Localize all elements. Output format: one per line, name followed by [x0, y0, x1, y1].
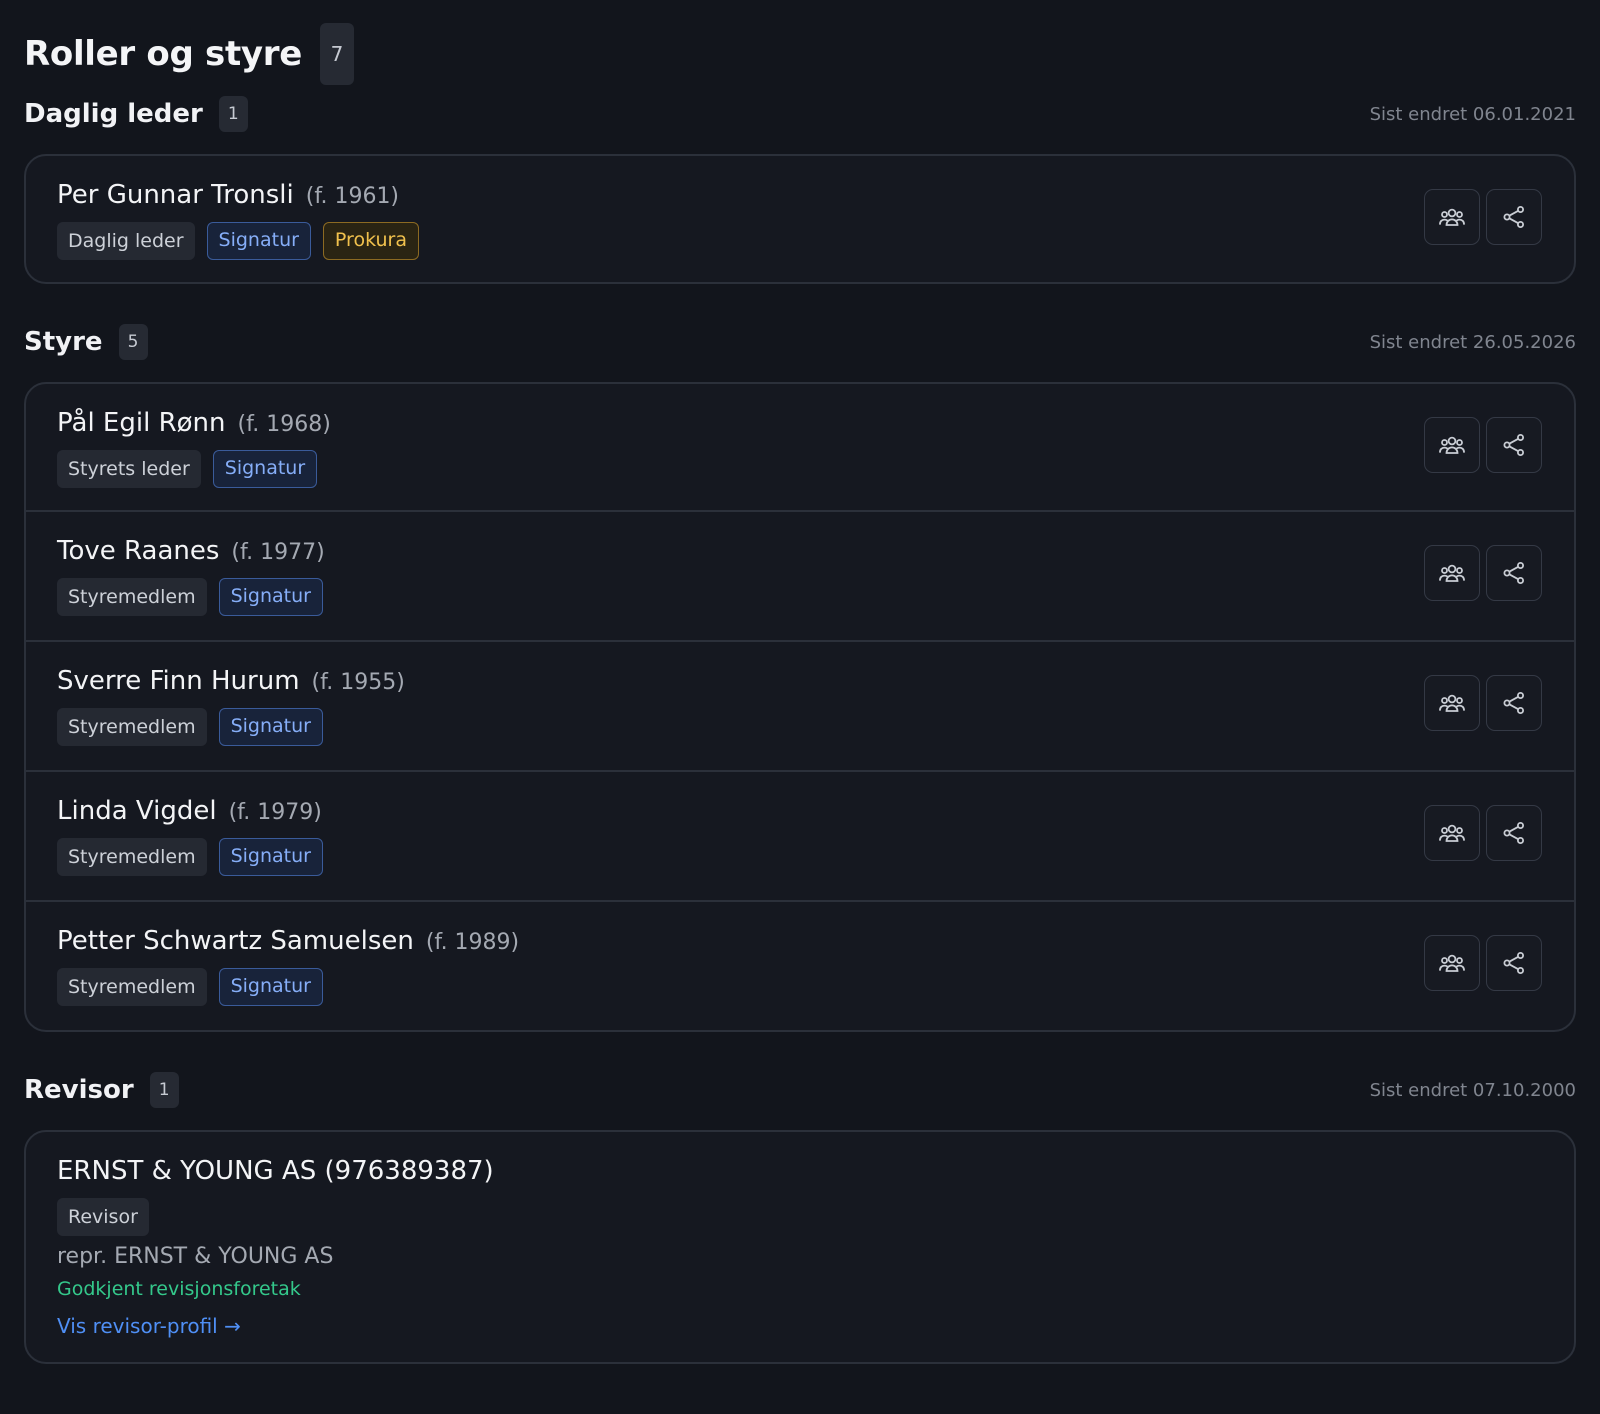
section-count-badge: 1 — [218, 96, 248, 132]
share-button[interactable] — [1486, 675, 1542, 731]
person-name[interactable]: Linda Vigdel — [57, 796, 217, 826]
role-badge: Styrets leder — [57, 450, 201, 488]
role-badge: Styremedlem — [57, 578, 207, 616]
approval-status: Godkjent revisjonsforetak — [57, 1278, 301, 1300]
person-row: Per Gunnar Tronsli (f. 1961) Daglig lede… — [26, 156, 1574, 282]
auditor-representative: repr. ERNST & YOUNG AS — [57, 1244, 334, 1269]
birth-year: (f. 1968) — [237, 412, 331, 437]
people-group-icon — [1439, 436, 1465, 454]
prokura-badge: Prokura — [322, 222, 419, 260]
share-button[interactable] — [1486, 935, 1542, 991]
birth-year: (f. 1979) — [228, 800, 322, 825]
auditor-row: ERNST & YOUNG AS (976389387) Revisor rep… — [26, 1132, 1574, 1362]
share-icon — [1503, 206, 1524, 228]
page-header: Roller og styre 7 — [24, 22, 1576, 86]
section-title: Styre — [24, 327, 103, 357]
person-row: Pål Egil Rønn (f. 1968) Styrets leder Si… — [26, 384, 1574, 510]
signatur-badge: Signatur — [206, 222, 311, 260]
signatur-badge: Signatur — [212, 450, 318, 488]
people-group-icon — [1439, 694, 1465, 712]
person-name[interactable]: Per Gunnar Tronsli — [57, 180, 294, 210]
total-count-badge: 7 — [320, 23, 355, 85]
person-row: Tove Raanes (f. 1977) Styremedlem Signat… — [26, 510, 1574, 640]
daglig-leder-card: Per Gunnar Tronsli (f. 1961) Daglig lede… — [24, 154, 1576, 284]
last-updated: Sist endret 26.05.2026 — [1369, 331, 1576, 353]
section-header-styre: Styre 5 Sist endret 26.05.2026 — [24, 322, 1576, 362]
roles-network-button[interactable] — [1424, 935, 1480, 991]
page-title: Roller og styre — [24, 34, 303, 74]
revisor-card: ERNST & YOUNG AS (976389387) Revisor rep… — [24, 1130, 1576, 1364]
section-header-revisor: Revisor 1 Sist endret 07.10.2000 — [24, 1070, 1576, 1110]
people-group-icon — [1439, 564, 1465, 582]
birth-year: (f. 1989) — [425, 930, 520, 955]
birth-year: (f. 1955) — [311, 670, 405, 695]
person-name[interactable]: Sverre Finn Hurum — [57, 666, 300, 696]
role-badge: Styremedlem — [57, 838, 207, 876]
signatur-badge: Signatur — [218, 578, 323, 616]
section-header-daglig-leder: Daglig leder 1 Sist endret 06.01.2021 — [24, 94, 1576, 134]
person-row: Petter Schwartz Samuelsen (f. 1989) Styr… — [26, 900, 1574, 1030]
person-name[interactable]: Petter Schwartz Samuelsen — [57, 926, 414, 956]
styre-card: Pål Egil Rønn (f. 1968) Styrets leder Si… — [24, 382, 1576, 1032]
auditor-profile-link[interactable]: Vis revisor-profil → — [57, 1314, 241, 1338]
auditor-name: ERNST & YOUNG AS (976389387) — [57, 1156, 494, 1186]
person-row: Sverre Finn Hurum (f. 1955) Styremedlem … — [26, 640, 1574, 770]
share-icon — [1503, 434, 1524, 456]
person-name[interactable]: Pål Egil Rønn — [57, 408, 226, 438]
birth-year: (f. 1977) — [231, 540, 325, 565]
roles-page: Roller og styre 7 Daglig leder 1 Sist en… — [24, 22, 1576, 1364]
roles-network-button[interactable] — [1424, 417, 1480, 473]
share-button[interactable] — [1486, 545, 1542, 601]
people-group-icon — [1439, 954, 1465, 972]
people-group-icon — [1439, 824, 1465, 842]
share-button[interactable] — [1486, 417, 1542, 473]
roles-network-button[interactable] — [1424, 675, 1480, 731]
last-updated: Sist endret 07.10.2000 — [1369, 1079, 1576, 1101]
section-title: Revisor — [24, 1075, 134, 1105]
people-group-icon — [1439, 208, 1465, 226]
share-icon — [1503, 692, 1524, 714]
share-button[interactable] — [1486, 805, 1542, 861]
role-badge: Styremedlem — [57, 968, 207, 1006]
role-badge: Revisor — [57, 1198, 149, 1236]
role-badge: Styremedlem — [57, 708, 207, 746]
person-row: Linda Vigdel (f. 1979) Styremedlem Signa… — [26, 770, 1574, 900]
signatur-badge: Signatur — [218, 838, 323, 876]
share-icon — [1503, 952, 1524, 974]
section-count-badge: 5 — [118, 324, 148, 360]
last-updated: Sist endret 06.01.2021 — [1369, 103, 1576, 125]
person-name[interactable]: Tove Raanes — [57, 536, 219, 566]
section-title: Daglig leder — [24, 99, 203, 129]
roles-network-button[interactable] — [1424, 189, 1480, 245]
roles-network-button[interactable] — [1424, 545, 1480, 601]
section-count-badge: 1 — [149, 1072, 179, 1108]
share-button[interactable] — [1486, 189, 1542, 245]
signatur-badge: Signatur — [218, 708, 323, 746]
role-badge: Daglig leder — [57, 222, 195, 260]
birth-year: (f. 1961) — [305, 184, 400, 209]
share-icon — [1503, 822, 1524, 844]
share-icon — [1503, 562, 1524, 584]
signatur-badge: Signatur — [218, 968, 323, 1006]
roles-network-button[interactable] — [1424, 805, 1480, 861]
